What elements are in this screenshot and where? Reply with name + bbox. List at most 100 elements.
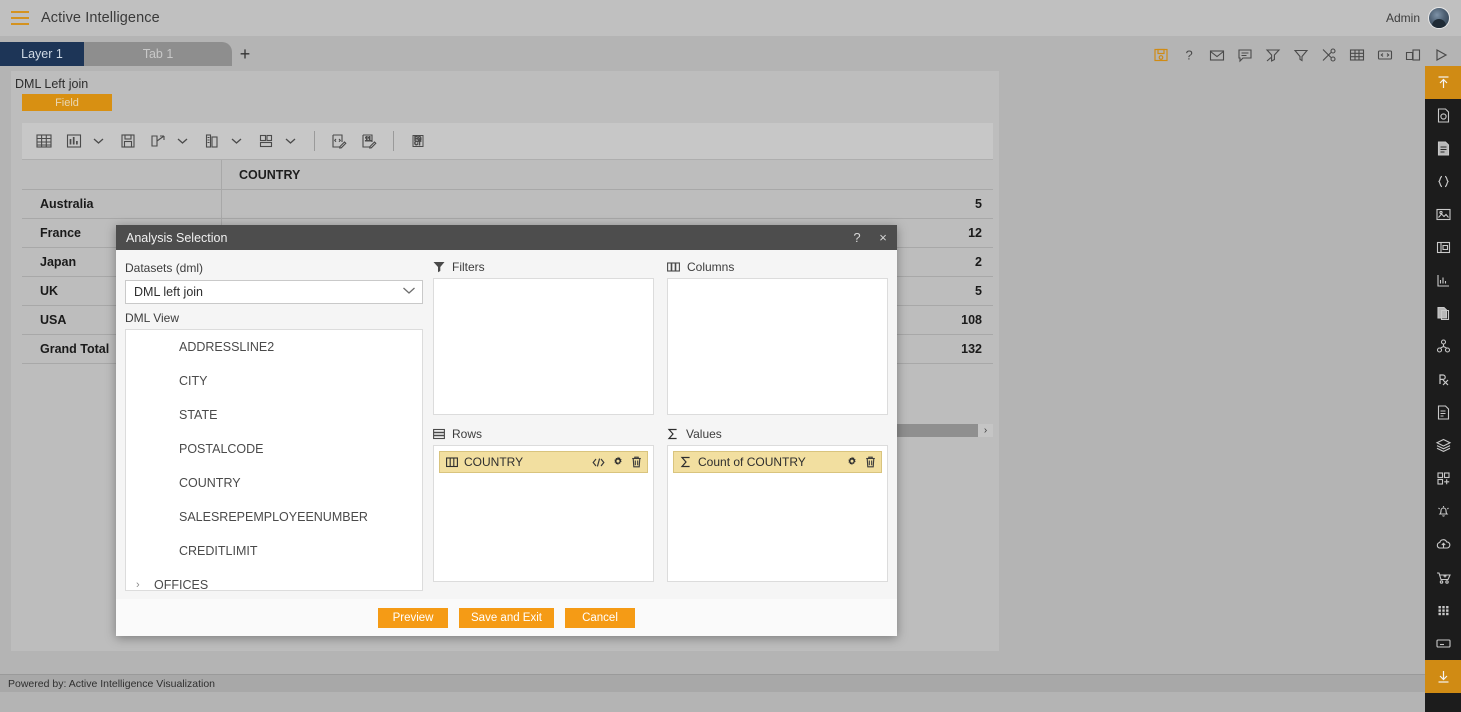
zone-filters-dropzone[interactable] (433, 278, 654, 415)
tree-field-postalcode[interactable]: POSTALCODE (126, 432, 422, 466)
zone-values-dropzone[interactable]: Count of COUNTRY (667, 445, 888, 582)
filter-icon[interactable] (1293, 47, 1309, 63)
chevron-down-icon[interactable] (90, 128, 106, 154)
close-icon[interactable]: × (875, 230, 891, 246)
edit-format-icon[interactable]: 11 (355, 128, 383, 154)
chip-actions (846, 456, 876, 468)
chevron-down-icon[interactable] (282, 128, 298, 154)
widget-toolbar: 11 FG CT (22, 123, 993, 160)
help-icon[interactable]: ? (849, 230, 865, 246)
widget-title: DML Left join (15, 77, 89, 91)
layers-icon[interactable] (1425, 429, 1461, 462)
code-icon[interactable] (1377, 47, 1393, 63)
toolbar-divider (314, 131, 315, 151)
analysis-selection-dialog: Analysis Selection ? × Datasets (dml) DM… (116, 225, 897, 636)
chip-label: COUNTRY (464, 455, 524, 469)
chip-values-count-of-country[interactable]: Count of COUNTRY (673, 451, 882, 473)
duplicate-icon[interactable] (1405, 47, 1421, 63)
tree-field-salesrepemployeenumber[interactable]: SALESREPEMPLOYEENUMBER (126, 500, 422, 534)
help-icon[interactable]: ? (1181, 47, 1197, 63)
tree-field-city[interactable]: CITY (126, 364, 422, 398)
chart-icon[interactable] (1425, 264, 1461, 297)
cart-add-icon[interactable] (1425, 561, 1461, 594)
preview-button[interactable]: Preview (378, 607, 449, 628)
tree-field-state[interactable]: STATE (126, 398, 422, 432)
user-label: Admin (1385, 11, 1420, 25)
grid-icon[interactable] (1349, 47, 1365, 63)
avatar[interactable] (1428, 7, 1450, 29)
chart-icon[interactable] (60, 128, 88, 154)
cancel-button[interactable]: Cancel (564, 607, 635, 628)
chevron-down-icon[interactable] (228, 128, 244, 154)
clear-filter-icon[interactable] (1265, 47, 1281, 63)
field-button[interactable]: Field (22, 94, 112, 111)
conditional-format-icon[interactable] (198, 128, 226, 154)
tab-bar: Layer 1 Tab 1 + ? (0, 36, 1461, 66)
hierarchy-icon[interactable] (1425, 330, 1461, 363)
expand-down-icon[interactable] (1425, 660, 1461, 693)
table-row[interactable]: Australia 5 (22, 189, 993, 219)
zone-rows-title: Rows (452, 427, 483, 441)
layout-icon[interactable] (252, 128, 280, 154)
tree-field-addressline2[interactable]: ADDRESSLINE2 (126, 330, 422, 364)
gear-icon[interactable] (846, 456, 858, 468)
json-icon[interactable] (1425, 165, 1461, 198)
add-widget-icon[interactable] (1425, 462, 1461, 495)
abc-icon[interactable]: FG CT (404, 128, 432, 154)
save-and-exit-button[interactable]: Save and Exit (459, 607, 554, 628)
dialog-header-buttons: ? × (849, 230, 891, 246)
zone-rows-dropzone[interactable]: COUNTRY (433, 445, 654, 582)
row-value: 5 (975, 197, 982, 211)
comment-icon[interactable] (1237, 47, 1253, 63)
tree-field-creditlimit[interactable]: CREDITLIMIT (126, 534, 422, 568)
rows-icon (433, 428, 445, 440)
zone-row-top: Filters Columns (433, 256, 888, 415)
tab-sheet-1[interactable]: Tab 1 (84, 42, 232, 66)
edit-code-icon[interactable] (325, 128, 353, 154)
frame-icon[interactable] (1425, 231, 1461, 264)
code-icon[interactable] (592, 457, 605, 468)
cloud-upload-icon[interactable] (1425, 528, 1461, 561)
pivot-column-header: COUNTRY (239, 167, 301, 182)
table-icon[interactable] (30, 128, 58, 154)
chevron-down-icon[interactable] (174, 128, 190, 154)
field-tree[interactable]: ADDRESSLINE2 CITY STATE POSTALCODE COUNT… (125, 329, 423, 591)
mail-icon[interactable] (1209, 47, 1225, 63)
image-icon[interactable] (1425, 198, 1461, 231)
tree-field-country[interactable]: COUNTRY (126, 466, 422, 500)
chip-rows-country[interactable]: COUNTRY (439, 451, 648, 473)
tools-icon[interactable] (1321, 47, 1337, 63)
export-icon[interactable] (144, 128, 172, 154)
trash-icon[interactable] (631, 456, 642, 468)
gear-icon[interactable] (612, 456, 624, 468)
report-icon[interactable] (1425, 396, 1461, 429)
collapse-up-icon[interactable] (1425, 66, 1461, 99)
svg-text:CT: CT (414, 141, 421, 147)
alert-bell-icon[interactable] (1425, 495, 1461, 528)
document-icon[interactable] (1425, 132, 1461, 165)
dataset-select-value: DML left join (134, 285, 204, 299)
chevron-down-icon (402, 286, 416, 298)
tab-layer-1[interactable]: Layer 1 (0, 42, 84, 66)
zone-columns-dropzone[interactable] (667, 278, 888, 415)
scroll-right-icon[interactable]: › (978, 424, 993, 437)
pivot-header-row: COUNTRY (22, 159, 993, 190)
dataset-select[interactable]: DML left join (125, 280, 423, 304)
pivot-corner-cell (22, 159, 222, 190)
save-icon[interactable] (1153, 47, 1169, 63)
row-label: Australia (22, 189, 222, 219)
add-tab-button[interactable]: + (232, 42, 258, 66)
trash-icon[interactable] (865, 456, 876, 468)
chevron-right-icon: › (136, 579, 140, 591)
zone-columns-title: Columns (687, 260, 735, 274)
dataset-icon[interactable] (1425, 99, 1461, 132)
copy-page-icon[interactable] (1425, 297, 1461, 330)
prescription-icon[interactable] (1425, 363, 1461, 396)
grid-dots-icon[interactable] (1425, 594, 1461, 627)
zone-columns-header: Columns (667, 256, 888, 278)
play-icon[interactable] (1433, 47, 1449, 63)
tree-group-offices[interactable]: › OFFICES (126, 568, 422, 591)
hamburger-icon[interactable] (11, 11, 29, 25)
minimize-icon[interactable] (1425, 627, 1461, 660)
save-icon[interactable] (114, 128, 142, 154)
